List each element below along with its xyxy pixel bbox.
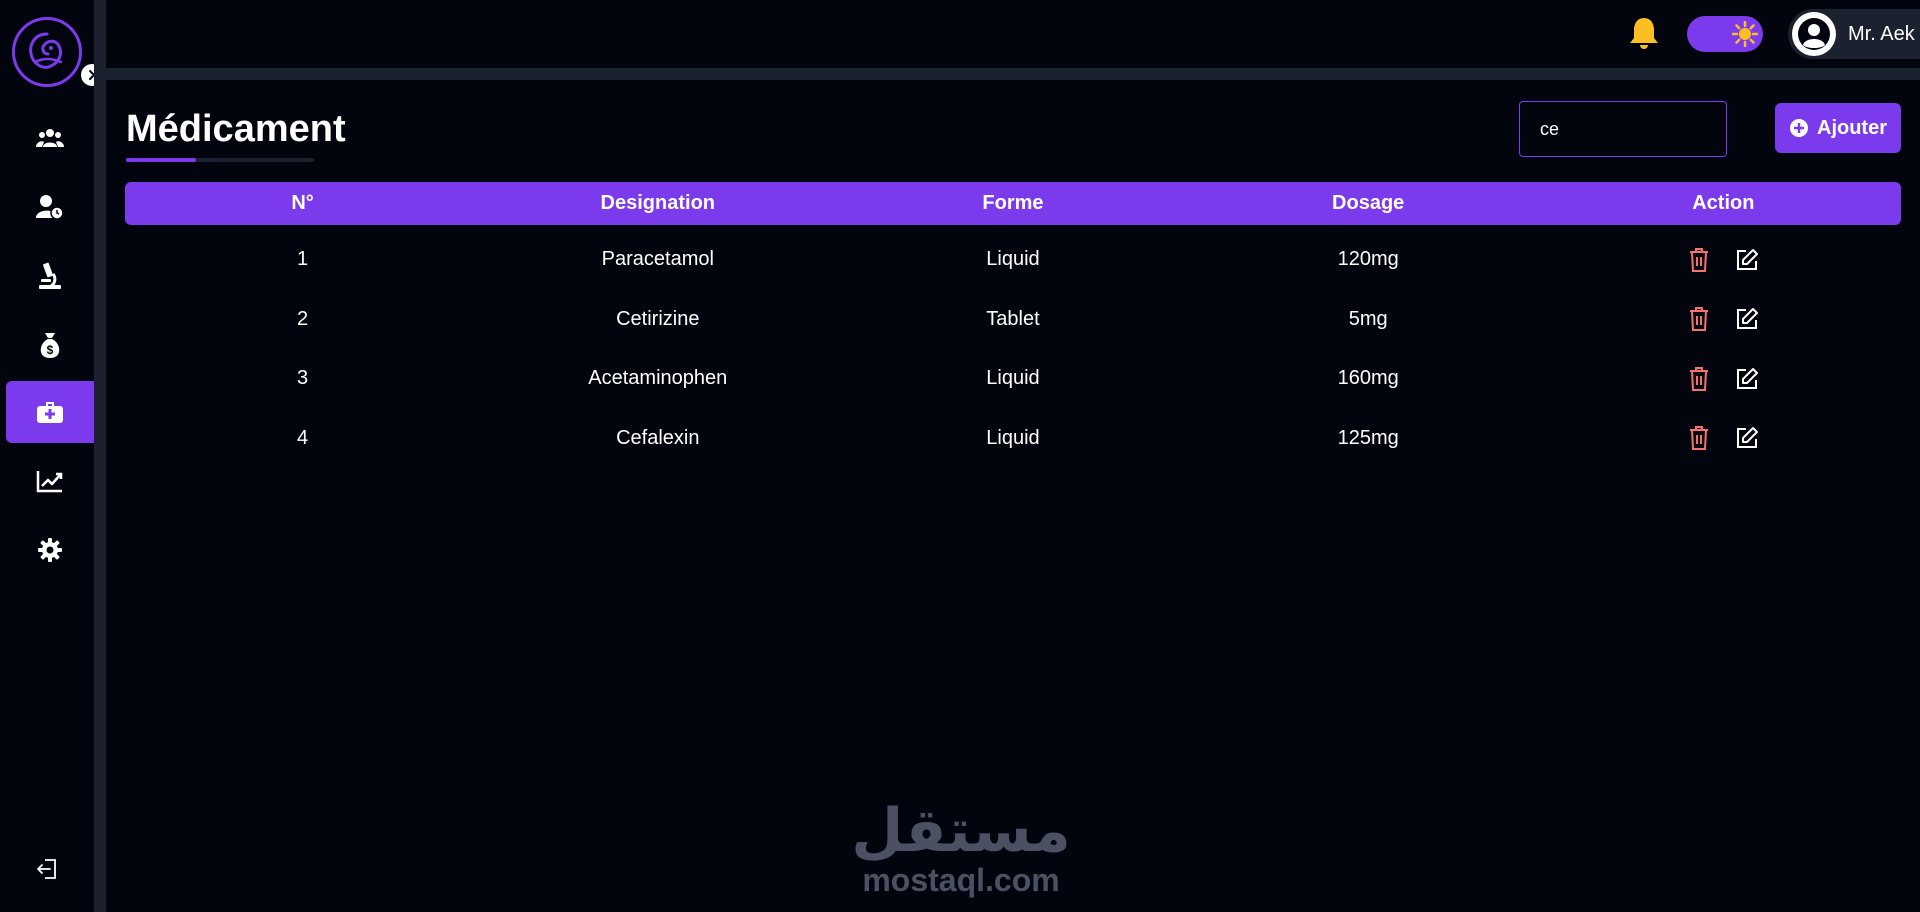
app: $ Mr. Aek Médicament ce Ajouter N° Desig… — [0, 0, 1920, 912]
cell-number: 1 — [297, 248, 309, 271]
user-menu[interactable]: Mr. Aek metlef — [1788, 9, 1920, 59]
top-bar: Mr. Aek metlef — [106, 0, 1920, 68]
delete-button[interactable] — [1685, 424, 1713, 452]
user-avatar-icon — [1798, 18, 1830, 50]
cell-designation: Acetaminophen — [588, 367, 728, 390]
watermark-arabic: مستقل — [851, 796, 1071, 866]
edit-button[interactable] — [1733, 365, 1761, 393]
edit-icon — [1737, 367, 1759, 389]
user-name: Mr. Aek metlef — [1848, 22, 1920, 45]
theme-toggle-knob — [1730, 19, 1760, 49]
search-input[interactable] — [1519, 101, 1727, 157]
column-header-dosage: Dosage — [1332, 192, 1405, 214]
table-row: 4 Cefalexin Liquid 125mg — [125, 409, 1901, 469]
notifications-button[interactable] — [1626, 14, 1662, 54]
bell-icon — [1630, 18, 1658, 49]
sidebar-item-finance[interactable]: $ — [6, 314, 94, 376]
column-header-action: Action — [1692, 192, 1755, 214]
plus-circle-icon — [1790, 119, 1808, 137]
watermark-latin: mostaql.com — [862, 862, 1060, 898]
sidebar-item-settings[interactable] — [6, 519, 94, 581]
microscope-icon — [39, 262, 61, 289]
sidebar-item-lab[interactable] — [6, 245, 94, 307]
delete-button[interactable] — [1685, 365, 1713, 393]
edit-button[interactable] — [1733, 305, 1761, 333]
page-title: Médicament — [126, 108, 346, 150]
cell-actions — [1546, 365, 1901, 393]
table-row: 1 Paracetamol Liquid 120mg — [125, 230, 1901, 290]
table-row: 3 Acetaminophen Liquid 160mg — [125, 349, 1901, 409]
cell-dosage: 5mg — [1348, 307, 1388, 330]
cell-dosage: 125mg — [1337, 426, 1399, 449]
edit-icon — [1737, 427, 1759, 449]
cell-forme: Tablet — [986, 307, 1040, 330]
logout-button[interactable] — [30, 856, 64, 882]
user-clock-icon — [36, 195, 64, 220]
column-header-forme: Forme — [982, 192, 1044, 214]
watermark: مستقل mostaql.com — [846, 786, 1076, 898]
sidebar-item-statistics[interactable] — [6, 450, 94, 512]
cell-number: 2 — [297, 307, 309, 330]
sun-icon — [1732, 21, 1758, 47]
delete-button[interactable] — [1685, 246, 1713, 274]
trash-icon — [1690, 426, 1709, 451]
trash-icon — [1690, 247, 1709, 272]
gear-icon — [38, 538, 62, 562]
delete-button[interactable] — [1685, 305, 1713, 333]
add-button-label: Ajouter — [1817, 116, 1887, 139]
column-header-number: N° — [291, 192, 314, 214]
edit-icon — [1737, 248, 1759, 270]
cell-designation: Paracetamol — [601, 248, 714, 271]
table-row: 2 Cetirizine Tablet 5mg — [125, 290, 1901, 350]
trash-icon — [1690, 307, 1709, 332]
sidebar-divider — [94, 0, 106, 912]
cell-actions — [1546, 305, 1901, 333]
edit-button[interactable] — [1733, 246, 1761, 274]
logout-icon — [37, 859, 56, 879]
title-underline — [126, 158, 314, 162]
chart-line-icon — [36, 471, 63, 493]
cell-forme: Liquid — [986, 367, 1040, 390]
table-body: 1 Paracetamol Liquid 120mg 2 Cetirizine … — [125, 230, 1901, 468]
edit-icon — [1737, 308, 1759, 330]
edit-button[interactable] — [1733, 424, 1761, 452]
cell-forme: Liquid — [986, 248, 1040, 271]
trash-icon — [1690, 366, 1709, 391]
cell-forme: Liquid — [986, 426, 1040, 449]
cell-actions — [1546, 424, 1901, 452]
avatar — [1792, 12, 1836, 56]
logo-icon — [12, 17, 82, 87]
cell-dosage: 120mg — [1337, 248, 1399, 271]
header-divider — [106, 68, 1920, 80]
users-icon — [36, 129, 64, 147]
cell-actions — [1546, 246, 1901, 274]
title-underline-accent — [126, 158, 196, 162]
medical-kit-icon — [37, 402, 63, 423]
column-header-designation: Designation — [600, 192, 715, 214]
sidebar-item-users[interactable] — [6, 107, 94, 169]
sidebar: $ — [0, 0, 103, 912]
cell-designation: Cefalexin — [616, 426, 700, 449]
add-button[interactable]: Ajouter — [1775, 103, 1901, 153]
theme-toggle[interactable] — [1687, 16, 1763, 52]
cell-dosage: 160mg — [1337, 367, 1399, 390]
cell-number: 4 — [297, 426, 309, 449]
sidebar-item-medications[interactable] — [6, 381, 94, 443]
sidebar-item-appointments[interactable] — [6, 176, 94, 238]
svg-text:$: $ — [47, 343, 54, 357]
cell-designation: Cetirizine — [616, 307, 700, 330]
cell-number: 3 — [297, 367, 309, 390]
table-header: N° Designation Forme Dosage Action — [125, 182, 1901, 225]
money-bag-icon: $ — [40, 333, 60, 358]
